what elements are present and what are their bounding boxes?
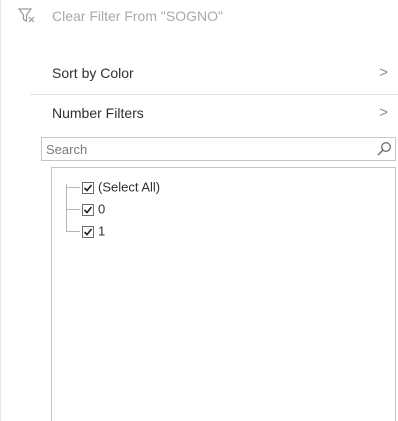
search-box[interactable] — [41, 137, 396, 161]
list-item-value-1[interactable]: 1 — [82, 222, 105, 240]
number-filters-menu-item[interactable]: Number Filters > — [0, 97, 398, 129]
tree-connector — [66, 184, 67, 231]
funnel-clear-icon — [18, 8, 35, 23]
checkmark-icon — [83, 228, 93, 236]
list-item-label: 1 — [98, 223, 106, 239]
checkbox-value-1[interactable] — [82, 225, 94, 238]
clear-filter-menu-item[interactable]: Clear Filter From "SOGNO" — [0, 0, 398, 32]
clear-filter-label: Clear Filter From "SOGNO" — [52, 8, 223, 24]
checkbox-value-0[interactable] — [82, 203, 94, 216]
tree-connector — [66, 231, 80, 232]
chevron-right-icon: > — [379, 64, 388, 81]
search-icon[interactable] — [376, 141, 392, 157]
filter-values-list[interactable]: (Select All) 0 1 — [51, 167, 396, 421]
sort-by-color-label: Sort by Color — [52, 65, 134, 81]
list-item-label: (Select All) — [98, 179, 161, 195]
checkmark-icon — [83, 184, 93, 192]
autofilter-dropdown-panel: Clear Filter From "SOGNO" Sort by Color … — [0, 0, 398, 421]
checkbox-select-all[interactable] — [82, 181, 94, 194]
menu-separator — [30, 94, 398, 95]
number-filters-label: Number Filters — [52, 105, 144, 121]
sort-by-color-menu-item[interactable]: Sort by Color > — [0, 57, 398, 89]
list-item-value-0[interactable]: 0 — [82, 200, 105, 218]
list-item-label: 0 — [98, 201, 106, 217]
search-input[interactable] — [46, 139, 366, 159]
chevron-right-icon: > — [379, 104, 388, 121]
tree-connector — [66, 209, 80, 210]
list-item-select-all[interactable]: (Select All) — [82, 178, 160, 196]
tree-connector — [66, 187, 80, 188]
checkmark-icon — [83, 206, 93, 214]
